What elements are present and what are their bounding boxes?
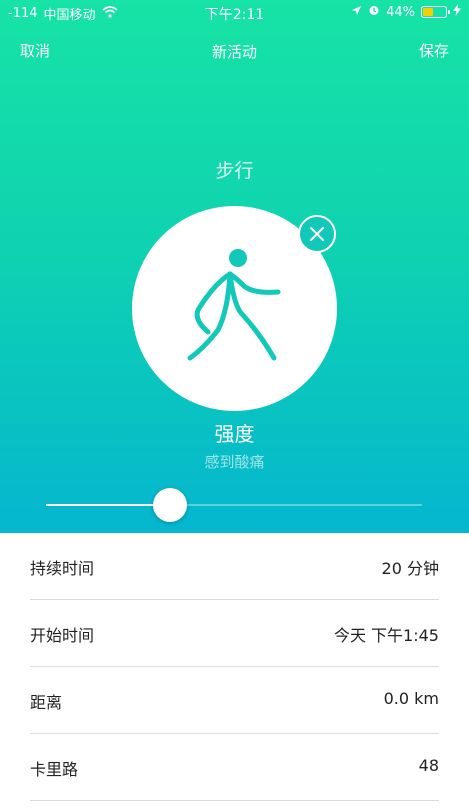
charging-bolt-icon — [453, 4, 461, 20]
row-value: 0.0 km — [383, 689, 439, 708]
intensity-slider[interactable] — [46, 488, 422, 522]
row-label: 卡里路 — [30, 760, 79, 779]
battery-level — [423, 8, 433, 16]
intensity-label: 强度 — [214, 422, 255, 446]
start-time-row[interactable]: 开始时间 今天 下午1:45 — [30, 600, 439, 667]
slider-thumb[interactable] — [153, 488, 187, 522]
status-right: 44% — [351, 4, 461, 20]
location-arrow-icon — [351, 5, 362, 20]
duration-row[interactable]: 持续时间 20 分钟 — [30, 533, 439, 600]
activity-details-list: 持续时间 20 分钟 开始时间 今天 下午1:45 距离 0.0 km 卡里路 … — [0, 533, 469, 801]
activity-name: 步行 — [215, 160, 254, 182]
intensity-value: 感到酸痛 — [204, 453, 265, 471]
slider-track-fill — [46, 504, 170, 506]
status-bar: -114 中国移动 下午2:11 44% — [0, 0, 469, 26]
distance-row[interactable]: 距离 0.0 km — [30, 667, 439, 734]
calories-row[interactable]: 卡里路 48 — [30, 734, 439, 801]
row-value: 20 分钟 — [381, 559, 439, 578]
navigation-bar: 取消 新活动 保存 — [0, 36, 469, 66]
row-value: 今天 下午1:45 — [333, 626, 439, 645]
battery-percent: 44% — [386, 4, 415, 20]
row-label: 持续时间 — [30, 559, 95, 578]
battery-icon — [421, 6, 450, 18]
row-value: 48 — [418, 756, 439, 775]
save-button[interactable]: 保存 — [419, 40, 449, 61]
battery-nub — [448, 10, 450, 14]
close-icon — [310, 227, 324, 241]
row-label: 开始时间 — [30, 626, 95, 645]
activity-header: -114 中国移动 下午2:11 44% 取消 新活动 保存 步行 强度 感到酸… — [0, 0, 469, 533]
remove-activity-button[interactable] — [298, 215, 336, 253]
alarm-icon — [368, 4, 380, 20]
row-label: 距离 — [30, 693, 63, 712]
page-title: 新活动 — [211, 43, 257, 61]
